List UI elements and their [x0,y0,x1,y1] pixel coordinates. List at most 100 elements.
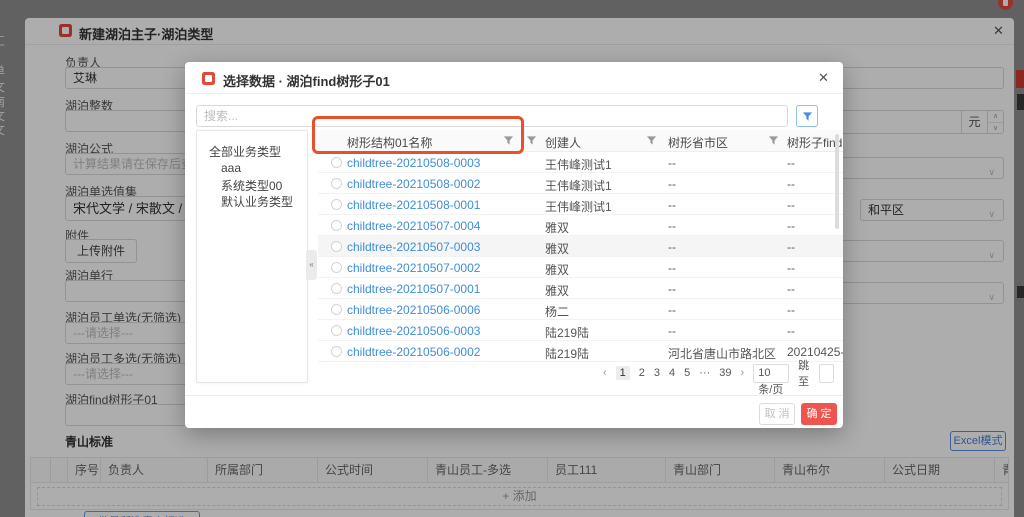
page-number[interactable]: 39 [719,367,731,379]
table-row[interactable]: childtree-20210506-0002 陆219陆 河北省唐山市路北区 … [318,341,843,362]
radio-icon[interactable] [331,262,342,273]
table-row[interactable]: childtree-20210507-0004 雅双 -- -- [318,215,843,236]
modal-table-header: 树形结构01名称 创建人 树形省市区 树形子find大 [318,130,843,152]
col-creator[interactable]: 创建人 [545,134,581,151]
region-cell: -- [668,156,676,170]
record-link[interactable]: childtree-20210507-0001 [347,282,480,296]
creator-cell: 王伟峰测试1 [545,198,612,215]
jump-label: 跳至 [798,357,810,389]
region-cell: -- [668,282,676,296]
radio-icon[interactable] [331,157,342,168]
page-number[interactable]: 5 [684,367,690,379]
region-cell: -- [668,261,676,275]
next-page-icon[interactable]: › [741,367,745,379]
table-row[interactable]: childtree-20210508-0001 王伟峰测试1 -- -- [318,194,843,215]
region-cell: -- [668,240,676,254]
creator-cell: 杨二 [545,303,569,320]
category-all[interactable]: 全部业务类型 [209,143,281,160]
funnel-icon[interactable] [646,135,657,146]
modal-title: 选择数据 · 湖泊find树形子01 [223,71,390,90]
extra-cell: 20210425- [787,345,843,359]
extra-cell: -- [787,219,795,233]
modal-header: 选择数据 · 湖泊find树形子01 ✕ [185,62,843,94]
radio-icon[interactable] [331,199,342,210]
col-tree-name[interactable]: 树形结构01名称 [347,134,432,151]
funnel-icon[interactable] [768,135,779,146]
screen: 工 单 文 南 文 文 新建湖泊主子·湖泊类型 ✕ 负责人 艾琳 湖泊整数 湖泊… [0,0,1024,517]
funnel-icon[interactable] [503,135,514,146]
table-scrollbar[interactable] [835,134,839,229]
creator-cell: 王伟峰测试1 [545,177,612,194]
table-row[interactable]: childtree-20210506-0003 陆219陆 -- -- [318,320,843,341]
filter-toggle-button[interactable] [796,105,818,127]
extra-cell: -- [787,303,795,317]
page-number[interactable]: 3 [654,367,660,379]
creator-cell: 陆219陆 [545,345,589,362]
page-size-value: 10 条/页 [758,367,783,396]
page-number[interactable]: 2 [639,367,645,379]
category-panel: 全部业务类型 aaa 系统类型00 默认业务类型 [196,130,308,383]
extra-cell: -- [787,198,795,212]
funnel-icon[interactable] [526,135,537,146]
record-link[interactable]: childtree-20210507-0002 [347,261,480,275]
table-row[interactable]: childtree-20210507-0001 雅双 -- -- [318,278,843,299]
radio-icon[interactable] [331,220,342,231]
creator-cell: 雅双 [545,219,569,236]
category-item[interactable]: aaa [221,161,241,175]
radio-icon[interactable] [331,346,342,357]
record-link[interactable]: childtree-20210506-0002 [347,345,480,359]
category-item[interactable]: 系统类型00 [221,177,282,194]
record-link[interactable]: childtree-20210507-0003 [347,240,480,254]
extra-cell: -- [787,240,795,254]
table-row[interactable]: childtree-20210507-0002 雅双 -- -- [318,257,843,278]
creator-cell: 雅双 [545,240,569,257]
category-item[interactable]: 默认业务类型 [221,193,293,210]
radio-icon[interactable] [331,178,342,189]
region-cell: -- [668,177,676,191]
record-link[interactable]: childtree-20210507-0004 [347,219,480,233]
funnel-icon [802,111,813,122]
prev-page-icon[interactable]: ‹ [603,367,607,379]
radio-icon[interactable] [331,283,342,294]
creator-cell: 王伟峰测试1 [545,156,612,173]
record-link[interactable]: childtree-20210508-0003 [347,156,480,170]
page-size-select[interactable]: 10 条/页∨ [753,364,789,383]
collapse-panel-icon[interactable]: « [306,250,317,280]
region-cell: -- [668,303,676,317]
table-row[interactable]: childtree-20210508-0002 王伟峰测试1 -- -- [318,173,843,194]
search-input[interactable]: 搜索... [196,105,788,127]
page-number[interactable]: 4 [669,367,675,379]
table-row[interactable]: childtree-20210508-0003 王伟峰测试1 -- -- [318,152,843,173]
page-ellipsis: ··· [699,367,710,379]
radio-icon[interactable] [331,304,342,315]
extra-cell: -- [787,261,795,275]
region-cell: -- [668,219,676,233]
jump-page-input[interactable] [819,364,835,383]
extra-cell: -- [787,324,795,338]
region-cell: -- [668,198,676,212]
record-link[interactable]: childtree-20210506-0006 [347,303,480,317]
cancel-button[interactable]: 取 消 [759,403,795,425]
record-link[interactable]: childtree-20210508-0001 [347,198,480,212]
col-region[interactable]: 树形省市区 [668,134,728,151]
creator-cell: 雅双 [545,282,569,299]
region-cell: -- [668,324,676,338]
page-number[interactable]: 1 [616,366,630,380]
table-row[interactable]: childtree-20210507-0003 雅双 -- -- [318,236,843,257]
radio-icon[interactable] [331,241,342,252]
creator-cell: 陆219陆 [545,324,589,341]
modal-table: 树形结构01名称 创建人 树形省市区 树形子find大 childtree-20… [318,130,843,368]
record-link[interactable]: childtree-20210506-0003 [347,324,480,338]
table-row[interactable]: childtree-20210506-0006 杨二 -- -- [318,299,843,320]
modal-footer: 取 消 确 定 [185,395,843,428]
region-cell: 河北省唐山市路北区 [668,345,776,362]
creator-cell: 雅双 [545,261,569,278]
radio-icon[interactable] [331,325,342,336]
extra-cell: -- [787,156,795,170]
modal-close-icon[interactable]: ✕ [818,70,829,86]
pagination: ‹ 1 2 3 4 5 ··· 39 › 10 条/页∨ 跳至 页 [603,363,843,383]
extra-cell: -- [787,177,795,191]
form-icon [202,72,215,85]
record-link[interactable]: childtree-20210508-0002 [347,177,480,191]
confirm-button[interactable]: 确 定 [801,403,837,425]
